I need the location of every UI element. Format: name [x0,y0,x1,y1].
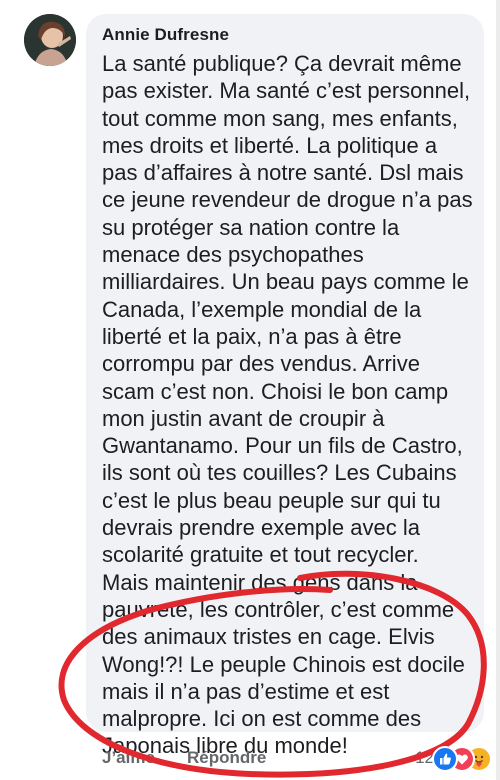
comment-line: Gwantanamo. Pour un fils de Castro, [102,433,463,459]
thread-divider [496,0,500,780]
comment-line: ce jeune revendeur de drogue n’a pas [102,187,473,213]
comment-bubble: Annie Dufresne La santé publique? Ça dev… [86,14,484,758]
comment-line: scam c’est non. Choisi le bon camp [102,378,449,404]
comment-line: pauvreté, les contrôler, c’est comme [102,596,455,622]
comment-author[interactable]: Annie Dufresne [102,25,229,45]
comment-line: Wong!?! Le peuple Chinois est docile [102,651,465,677]
comment-line: devrais prendre exemple avec la [102,515,420,541]
comment-actions: J’aime Répondre 12 [86,746,496,776]
comment-line: mon justin avant de croupir à [102,405,385,431]
user-avatar[interactable] [24,14,76,66]
comment-line: La santé publique? Ça devrait même [102,51,462,76]
like-button[interactable]: J’aime [102,748,155,768]
comment-line: Mais maintenir des gens dans la [102,569,418,595]
comment-line: mais il n’a pas d’estime et est [102,678,390,704]
comment-line: tout comme mon sang, mes enfants, [102,105,458,131]
comment-line: c’est le plus beau peuple sur qui tu [102,487,441,513]
comment-line: pas exister. Ma santé c’est personnel, [102,78,471,104]
comment-line: corrompu par des vendus. Arrive [102,351,420,377]
comment-line: pas d’affaires à notre santé. Dsl mais [102,160,464,186]
comment-line: liberté et la paix, n’a pas à être [102,323,402,349]
comment-line: des animaux tristes en cage. Elvis [102,624,435,650]
comment-text: La santé publique? Ça devrait même pas e… [102,50,473,760]
reactions-summary[interactable] [432,746,492,772]
comment-line: malpropre. Ici on est comme des [102,706,422,732]
like-reaction-icon [432,746,458,772]
comment-line: ils sont où tes couilles? Les Cubains [102,460,457,486]
comment-line: menace des psychopathes [102,242,364,268]
reply-button[interactable]: Répondre [187,748,266,768]
avatar-icon [24,14,76,66]
comment-line: milliardaires. Un beau pays comme le [102,269,469,295]
comment-screenshot: Annie Dufresne La santé publique? Ça dev… [0,0,500,780]
comment-line: su protéger sa nation contre la [102,214,400,240]
comment-line: scolarité gratuite et tout recycler. [102,542,419,568]
comment-line: mes droits et liberté. La politique a [102,132,438,158]
comment-line: Canada, l’exemple mondial de la [102,296,422,322]
